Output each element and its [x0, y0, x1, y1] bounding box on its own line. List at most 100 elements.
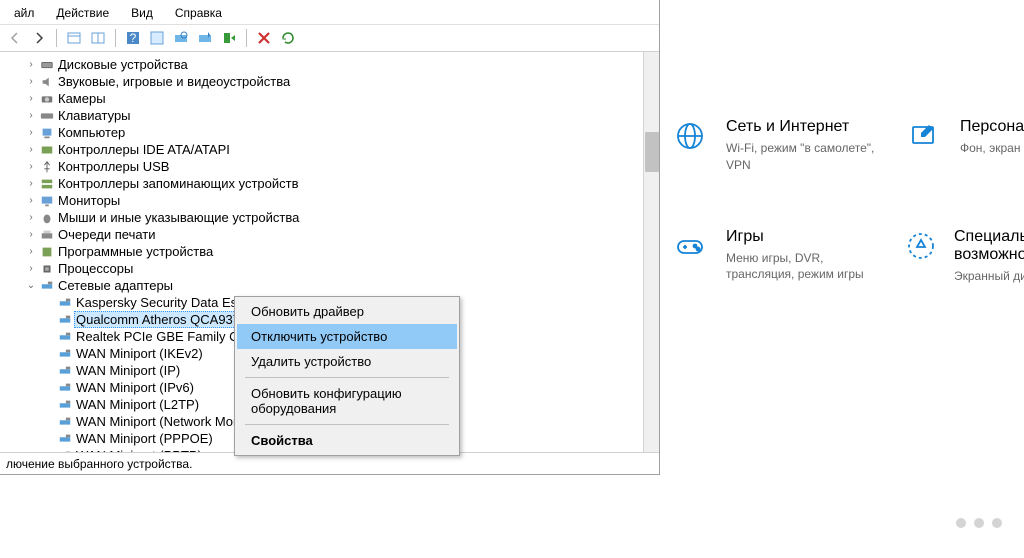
- device-label: Компьютер: [56, 124, 125, 141]
- device-category[interactable]: › Контроллеры IDE ATA/ATAPI: [2, 141, 659, 158]
- netadapter-icon: [56, 431, 74, 447]
- refresh-button[interactable]: [277, 27, 299, 49]
- device-label: WAN Miniport (IKEv2): [74, 345, 203, 362]
- expander-icon[interactable]: ›: [24, 56, 38, 73]
- tile-subtitle: Меню игры, DVR, трансляция, режим игры: [726, 250, 876, 284]
- device-label: WAN Miniport (PPPOE): [74, 430, 213, 447]
- globe-icon: [672, 118, 708, 154]
- context-menu-item[interactable]: Обновить драйвер: [237, 299, 457, 324]
- settings-tile[interactable]: Специальные возможностиЭкранный диктор,: [906, 228, 1024, 285]
- expander-icon[interactable]: ›: [24, 141, 38, 158]
- software-icon: [38, 244, 56, 260]
- device-label: Очереди печати: [56, 226, 156, 243]
- device-label: Камеры: [56, 90, 106, 107]
- uninstall-button[interactable]: [253, 27, 275, 49]
- netadapter-icon: [56, 329, 74, 345]
- mouse-icon: [38, 210, 56, 226]
- device-label: Процессоры: [56, 260, 133, 277]
- expander-icon[interactable]: ›: [24, 107, 38, 124]
- pen-icon: [906, 118, 942, 154]
- expander-icon[interactable]: ›: [24, 73, 38, 90]
- expander-icon[interactable]: ›: [24, 260, 38, 277]
- netadapter-icon: [56, 414, 74, 430]
- menu-view[interactable]: Вид: [121, 4, 163, 22]
- tile-subtitle: Фон, экран блокир: [960, 140, 1024, 157]
- netadapter-icon: [56, 363, 74, 379]
- scan-button[interactable]: [170, 27, 192, 49]
- device-category[interactable]: › Программные устройства: [2, 243, 659, 260]
- device-category[interactable]: › Дисковые устройства: [2, 56, 659, 73]
- device-category[interactable]: › Камеры: [2, 90, 659, 107]
- context-menu-item[interactable]: Обновить конфигурацию оборудования: [237, 381, 457, 421]
- settings-tile[interactable]: Сеть и ИнтернетWi-Fi, режим "в самолете"…: [672, 118, 906, 174]
- netadapter-icon: [56, 380, 74, 396]
- device-label: WAN Miniport (L2TP): [74, 396, 199, 413]
- scrollbar-thumb[interactable]: [645, 132, 659, 172]
- properties-button[interactable]: [146, 27, 168, 49]
- disk-icon: [38, 57, 56, 73]
- menubar: айл Действие Вид Справка: [0, 0, 659, 24]
- tile-title: Персонализаци: [960, 118, 1024, 136]
- view-list-button[interactable]: [87, 27, 109, 49]
- device-label: Дисковые устройства: [56, 56, 188, 73]
- settings-tile[interactable]: Игры Меню игры, DVR, трансляция, режим иг…: [672, 228, 906, 285]
- svg-text:?: ?: [130, 31, 137, 45]
- expander-icon[interactable]: ›: [24, 226, 38, 243]
- context-menu-item[interactable]: Свойства: [237, 428, 457, 453]
- menu-file[interactable]: айл: [4, 4, 44, 22]
- device-category[interactable]: ⌄Сетевые адаптеры: [2, 277, 659, 294]
- tile-title: Сеть и Интернет: [726, 118, 876, 136]
- context-menu-item[interactable]: Удалить устройство: [237, 349, 457, 374]
- update-driver-button[interactable]: [194, 27, 216, 49]
- netadapter-icon: [38, 278, 56, 294]
- device-label: Контроллеры USB: [56, 158, 169, 175]
- expander-icon[interactable]: ›: [24, 175, 38, 192]
- enable-button[interactable]: [218, 27, 240, 49]
- context-menu-item[interactable]: Отключить устройство: [237, 324, 457, 349]
- device-label: Мониторы: [56, 192, 120, 209]
- device-label: Программные устройства: [56, 243, 213, 260]
- vertical-scrollbar[interactable]: [643, 52, 659, 452]
- settings-tile[interactable]: Персонализаци Фон, экран блокир: [906, 118, 1024, 174]
- computer-icon: [38, 125, 56, 141]
- back-button[interactable]: [4, 27, 26, 49]
- device-label: Контроллеры IDE ATA/ATAPI: [56, 141, 230, 158]
- usb-icon: [38, 159, 56, 175]
- netadapter-icon: [56, 295, 74, 311]
- expander-icon[interactable]: ›: [24, 209, 38, 226]
- help-button[interactable]: ?: [122, 27, 144, 49]
- device-category[interactable]: › Мыши и иные указывающие устройства: [2, 209, 659, 226]
- device-category[interactable]: ›Звуковые, игровые и видеоустройства: [2, 73, 659, 90]
- expander-icon[interactable]: ›: [24, 90, 38, 107]
- expander-icon[interactable]: ›: [24, 124, 38, 141]
- menu-help[interactable]: Справка: [165, 4, 232, 22]
- device-category[interactable]: › Очереди печати: [2, 226, 659, 243]
- menu-action[interactable]: Действие: [46, 4, 119, 22]
- tile-title: Игры: [726, 228, 876, 246]
- view-small-button[interactable]: [63, 27, 85, 49]
- netadapter-icon: [56, 346, 74, 362]
- forward-button[interactable]: [28, 27, 50, 49]
- gamepad-icon: [672, 228, 708, 264]
- settings-tiles: Сеть и ИнтернетWi-Fi, режим "в самолете"…: [672, 118, 1024, 284]
- device-category[interactable]: ›Контроллеры запоминающих устройств: [2, 175, 659, 192]
- device-category[interactable]: › Мониторы: [2, 192, 659, 209]
- context-menu: Обновить драйверОтключить устройствоУдал…: [234, 296, 460, 456]
- cpu-icon: [38, 261, 56, 277]
- expander-icon[interactable]: ›: [24, 158, 38, 175]
- device-label: WAN Miniport (IP): [74, 362, 180, 379]
- device-category[interactable]: › Контроллеры USB: [2, 158, 659, 175]
- device-category[interactable]: › Компьютер: [2, 124, 659, 141]
- device-category[interactable]: › Процессоры: [2, 260, 659, 277]
- tile-subtitle: Экранный диктор,: [954, 268, 1024, 285]
- pagination-dots: [956, 518, 1002, 528]
- monitor-icon: [38, 193, 56, 209]
- device-category[interactable]: ›Клавиатуры: [2, 107, 659, 124]
- netadapter-icon: [56, 312, 74, 328]
- expander-icon[interactable]: ›: [24, 192, 38, 209]
- ide-icon: [38, 142, 56, 158]
- expander-icon[interactable]: ⌄: [24, 277, 38, 294]
- device-label: Мыши и иные указывающие устройства: [56, 209, 299, 226]
- camera-icon: [38, 91, 56, 107]
- expander-icon[interactable]: ›: [24, 243, 38, 260]
